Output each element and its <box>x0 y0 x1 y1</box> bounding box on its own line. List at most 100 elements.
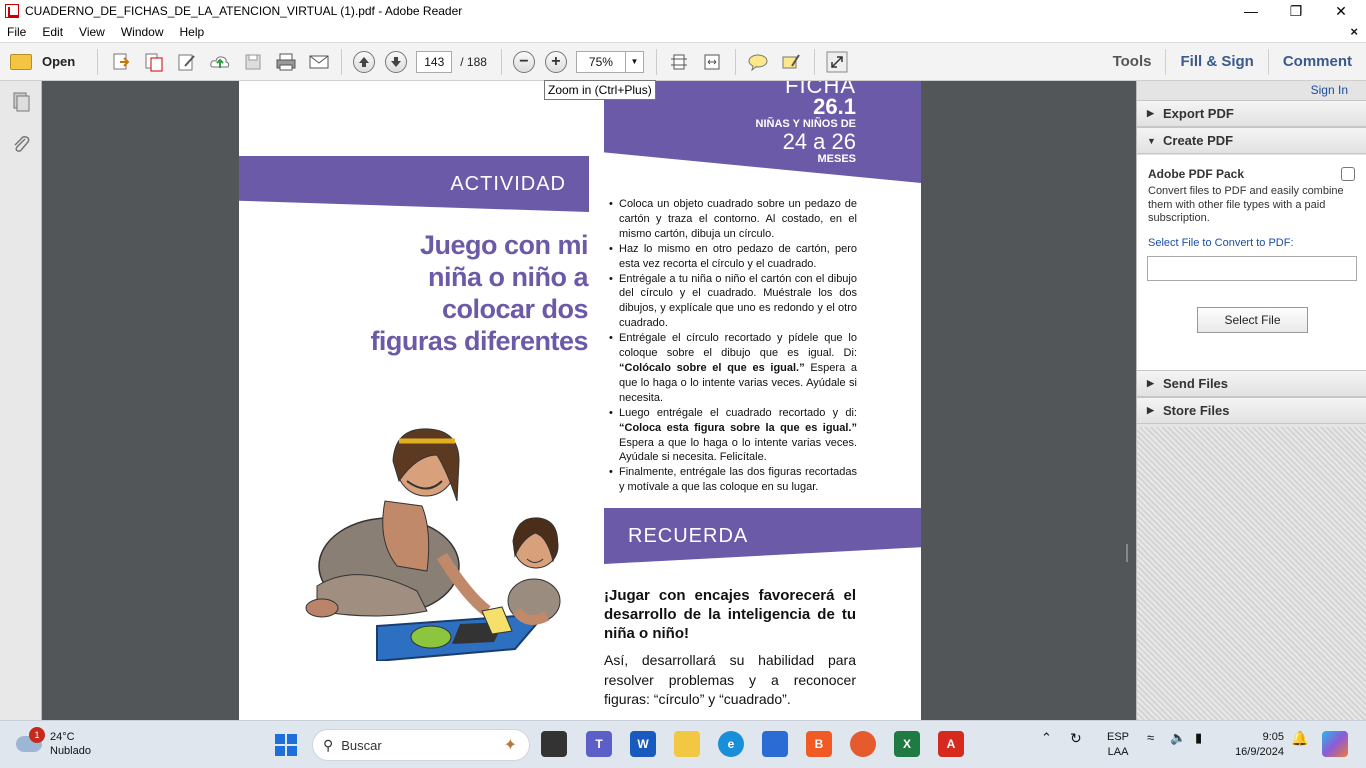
taskbar-search[interactable]: ⚲ Buscar ✦ <box>312 729 530 761</box>
copilot-icon[interactable] <box>1322 731 1348 757</box>
cloud-icon: 1 <box>16 727 45 752</box>
zoom-select[interactable]: 75% ▼ <box>575 50 644 73</box>
firefox-icon[interactable] <box>850 731 876 757</box>
brave-icon[interactable]: B <box>806 731 832 757</box>
splitter-handle[interactable] <box>1126 544 1128 562</box>
store-icon[interactable] <box>762 731 788 757</box>
attachments-icon[interactable] <box>10 133 32 155</box>
toolbar: Open 143 / 188 − + 75% ▼ Tools Fill & Si… <box>0 43 1366 81</box>
empty-pane-area <box>1137 427 1366 720</box>
separator <box>500 48 502 75</box>
create-pdf-label: Create PDF <box>1163 133 1234 148</box>
volume-icon[interactable]: 🔈 <box>1170 730 1186 746</box>
ficha-header: FICHA 26.1 NIÑAS Y NIÑOS DE 24 a 26 MESE… <box>756 81 856 165</box>
page-number-input[interactable]: 143 <box>416 50 453 73</box>
ficha-number: 26.1 <box>813 94 856 119</box>
clock-date: 16/9/2024 <box>1235 746 1284 758</box>
adobe-reader-taskbar-icon[interactable]: A <box>938 731 964 757</box>
separator <box>734 48 736 75</box>
send-files-section[interactable]: ▶ Send Files <box>1137 370 1366 397</box>
teams-icon[interactable]: T <box>586 731 612 757</box>
fit-width-icon[interactable] <box>700 50 724 74</box>
comment-bubble-icon[interactable] <box>746 50 770 74</box>
triangle-right-icon: ▶ <box>1147 378 1154 388</box>
mother-child-illustration <box>305 428 561 661</box>
tools-button[interactable]: Tools <box>1099 49 1166 75</box>
sync-icon[interactable]: ↻ <box>1070 730 1082 747</box>
fit-page-icon[interactable] <box>667 50 691 74</box>
arrow-up-icon <box>359 56 370 67</box>
excel-icon[interactable]: X <box>894 731 920 757</box>
menu-view[interactable]: View <box>71 25 113 39</box>
headline-line: colocar dos <box>441 294 589 324</box>
ficha-range: 24 a 26 <box>782 129 856 154</box>
battery-icon[interactable]: ▮ <box>1195 730 1202 746</box>
triangle-down-icon: ▼ <box>1147 135 1156 146</box>
title-bar: CUADERNO_DE_FICHAS_DE_LA_ATENCION_VIRTUA… <box>0 0 1366 22</box>
separator <box>655 48 657 75</box>
instruction-item: Entrégale el círculo recortado y pídele … <box>607 331 857 406</box>
previous-page-button[interactable] <box>353 50 376 73</box>
word-icon[interactable]: W <box>630 731 656 757</box>
combine-files-icon[interactable] <box>142 50 166 74</box>
open-button[interactable]: Open <box>10 53 76 70</box>
cloud-upload-icon[interactable] <box>208 50 232 74</box>
task-view-icon[interactable] <box>541 731 567 757</box>
clock-time: 9:05 <box>1262 731 1284 743</box>
folder-icon <box>10 53 32 70</box>
pdf-page: FICHA 26.1 NIÑAS Y NIÑOS DE 24 a 26 MESE… <box>239 81 921 720</box>
print-icon[interactable] <box>274 50 298 74</box>
store-files-section[interactable]: ▶ Store Files <box>1137 397 1366 424</box>
create-pdf-section[interactable]: ▼ Create PDF <box>1137 127 1366 154</box>
zoom-in-button[interactable]: + <box>544 50 567 73</box>
instruction-item: Luego entrégale el cuadrado recortado y … <box>607 406 857 466</box>
recuerda-banner: RECUERDA <box>604 508 921 564</box>
store-files-label: Store Files <box>1163 403 1230 418</box>
page-total: / 188 <box>460 54 487 69</box>
triangle-right-icon: ▶ <box>1147 405 1154 415</box>
close-window-button[interactable]: ✕ <box>1318 0 1364 22</box>
save-icon[interactable] <box>241 50 265 74</box>
create-pdf-icon[interactable] <box>109 50 133 74</box>
clock[interactable]: 9:05 16/9/2024 <box>1224 730 1284 760</box>
pack-title: Adobe PDF Pack <box>1148 167 1245 181</box>
windows-start-icon[interactable] <box>275 734 297 756</box>
window-title: CUADERNO_DE_FICHAS_DE_LA_ATENCION_VIRTUA… <box>25 4 463 18</box>
minus-icon: − <box>519 52 529 70</box>
chevron-up-icon[interactable]: ⌃ <box>1041 730 1052 746</box>
weather-widget[interactable]: 1 24°C Nublado <box>16 727 91 758</box>
edge-icon[interactable]: e <box>718 731 744 757</box>
pack-description: Convert files to PDF and easily combine … <box>1148 185 1344 224</box>
maximize-button[interactable]: ❐ <box>1273 0 1319 22</box>
menu-help[interactable]: Help <box>172 25 213 39</box>
file-path-input[interactable] <box>1147 256 1357 281</box>
separator <box>813 48 815 75</box>
recuerda-headline: ¡Jugar con encajes favorecerá el desarro… <box>604 587 856 642</box>
email-icon[interactable] <box>307 50 331 74</box>
menu-window[interactable]: Window <box>113 25 172 39</box>
minimize-button[interactable]: — <box>1228 0 1274 22</box>
export-pdf-section[interactable]: ▶ Export PDF <box>1137 100 1366 127</box>
notification-bell-icon[interactable]: 🔔 <box>1291 730 1308 747</box>
file-explorer-icon[interactable] <box>674 731 700 757</box>
full-screen-icon[interactable] <box>825 50 849 74</box>
highlight-icon[interactable] <box>779 50 803 74</box>
wifi-icon[interactable]: ≈ <box>1147 730 1154 745</box>
open-label: Open <box>42 54 76 69</box>
edit-pdf-icon[interactable] <box>175 50 199 74</box>
page-thumbnails-icon[interactable] <box>10 91 32 113</box>
actividad-banner: ACTIVIDAD <box>239 156 589 212</box>
sign-in-link[interactable]: Sign In <box>1311 83 1348 97</box>
next-page-button[interactable] <box>385 50 408 73</box>
menu-file[interactable]: File <box>0 25 34 39</box>
zoom-in-tooltip: Zoom in (Ctrl+Plus) <box>544 80 656 100</box>
close-document-button[interactable]: × <box>1350 24 1358 39</box>
zoom-out-button[interactable]: − <box>512 50 535 73</box>
chevron-down-icon[interactable]: ▼ <box>624 51 643 72</box>
fill-sign-button[interactable]: Fill & Sign <box>1165 49 1267 75</box>
comment-button[interactable]: Comment <box>1267 49 1366 75</box>
keyboard-layout: LAA <box>1107 746 1129 758</box>
language-indicator[interactable]: ESP LAA <box>1107 730 1129 760</box>
menu-edit[interactable]: Edit <box>34 25 71 39</box>
select-file-button[interactable]: Select File <box>1197 307 1308 333</box>
